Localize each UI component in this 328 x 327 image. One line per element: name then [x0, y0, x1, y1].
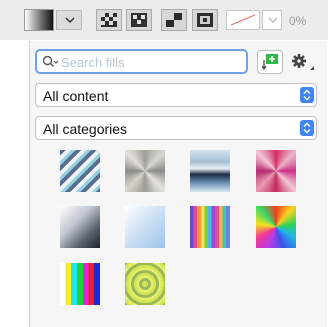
up-down-chevron-icon: [303, 122, 311, 134]
search-input[interactable]: [61, 54, 241, 71]
hatch-fill-button[interactable]: [192, 9, 218, 31]
category-filter-select[interactable]: All categories: [35, 116, 317, 140]
content-filter-select[interactable]: All content: [35, 83, 317, 107]
select-stepper: [300, 120, 314, 136]
chevron-down-icon: [268, 17, 278, 24]
fill-tile-yellow-concentric-rings[interactable]: [125, 263, 165, 305]
fill-stroke-toolbar: 0%: [0, 0, 328, 40]
add-fill-icon: [262, 54, 278, 70]
texture-fill-button[interactable]: [126, 9, 152, 31]
checker-pattern-icon: [166, 13, 182, 27]
content-filter-value: All content: [43, 88, 109, 104]
pattern-fill-button[interactable]: [96, 9, 122, 31]
chevron-down-icon: [65, 17, 75, 24]
checker-pattern-icon: [101, 13, 117, 27]
fill-picker-panel: All content All categories: [29, 41, 327, 327]
fill-tile-rainbow-stripes[interactable]: [190, 206, 230, 248]
fill-tile-pink-radial-burst[interactable]: [256, 150, 296, 192]
checker-pattern-icon: [131, 13, 147, 27]
stroke-line-icon: [230, 14, 256, 26]
new-fill-button[interactable]: [257, 50, 283, 74]
opacity-value: 0%: [289, 14, 307, 28]
checker-pattern-icon: [197, 13, 213, 27]
stroke-dropdown-button[interactable]: [262, 10, 282, 30]
fill-tile-tv-color-bars[interactable]: [60, 263, 100, 305]
fill-tile-diagonal-stripes[interactable]: [60, 150, 100, 192]
gear-icon[interactable]: [290, 52, 316, 74]
bitmap-fill-button[interactable]: [161, 9, 187, 31]
fill-tile-light-blue-diagonal[interactable]: [125, 206, 165, 248]
fill-swatch-button[interactable]: [24, 9, 54, 31]
fill-tile-rainbow-burst[interactable]: [256, 206, 296, 248]
stroke-preview[interactable]: [226, 10, 260, 30]
fill-dropdown-button[interactable]: [56, 10, 82, 30]
fill-tile-chrome-linear[interactable]: [190, 150, 230, 192]
fill-tile-dark-grey-diagonal[interactable]: [60, 206, 100, 248]
up-down-chevron-icon: [303, 89, 311, 101]
search-field[interactable]: [35, 49, 248, 74]
search-icon: [42, 55, 59, 67]
category-filter-value: All categories: [43, 121, 128, 137]
fill-tile-brushed-metal-conical[interactable]: [125, 150, 165, 192]
select-stepper: [300, 87, 314, 103]
